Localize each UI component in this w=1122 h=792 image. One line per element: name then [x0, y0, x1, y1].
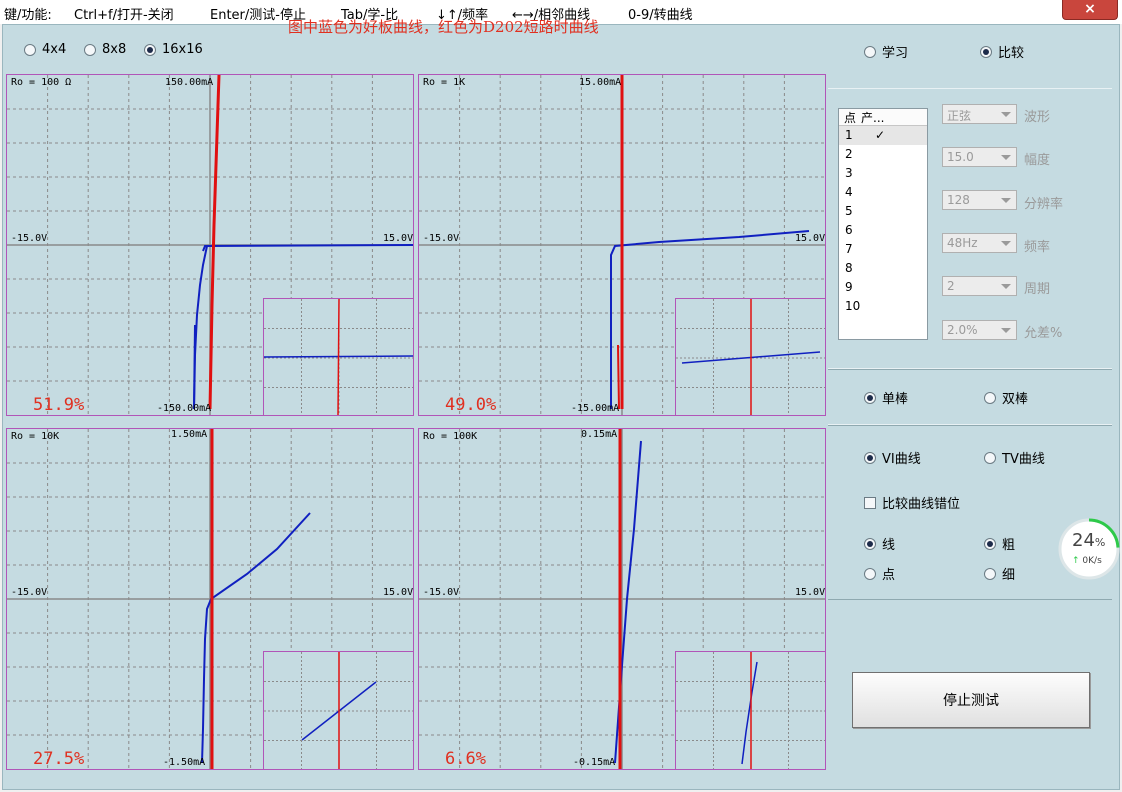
mode-learn-radio[interactable]: 学习: [864, 42, 908, 61]
good-curve-forward: [202, 244, 413, 252]
y-max-label: 1.50mA: [171, 429, 208, 440]
style-line-radio[interactable]: 线: [864, 534, 895, 553]
probe-single-radio[interactable]: 单棒: [864, 388, 908, 407]
short-curve: [208, 75, 221, 410]
y-max-label: 150.00mA: [165, 77, 214, 88]
ro-label: Ro = 1K: [423, 77, 466, 88]
x-min-label: -15.0V: [11, 587, 48, 598]
inset-plot: [675, 651, 825, 769]
ro-label: Ro = 100 Ω: [11, 77, 72, 88]
table-row[interactable]: 1 ✓: [839, 126, 927, 145]
chevron-down-icon: [1001, 241, 1011, 246]
table-row[interactable]: 4: [839, 183, 927, 202]
x-max-label: 15.0V: [795, 587, 826, 598]
test-point-table[interactable]: 点产... 1 ✓ 2 3 4 5 6 7 8 9 10: [838, 108, 928, 340]
match-percent: 6.6%: [445, 749, 486, 769]
period-select[interactable]: 2: [942, 276, 1017, 296]
waveform-label: 波形: [1024, 110, 1051, 125]
table-row[interactable]: 2: [839, 145, 927, 164]
curve-vi-radio[interactable]: VI曲线: [864, 448, 921, 467]
table-row[interactable]: 6: [839, 221, 927, 240]
resolution-select[interactable]: 128: [942, 190, 1017, 210]
table-row[interactable]: 10: [839, 297, 927, 316]
y-max-label: 15.00mA: [579, 77, 622, 88]
x-min-label: -15.0V: [423, 233, 460, 244]
vi-panel-ro-10k[interactable]: Ro = 10K 1.50mA -1.50mA -15.0V 15.0V 27.…: [6, 428, 414, 770]
upload-arrow-icon: ↑: [1072, 556, 1080, 566]
chevron-down-icon: [1001, 112, 1011, 117]
ro-label: Ro = 100K: [423, 431, 478, 442]
y-min-label: -15.00mA: [571, 403, 620, 414]
tolerance-label: 允差%: [1024, 326, 1063, 341]
grid-16x16-radio[interactable]: 16x16: [144, 42, 203, 57]
period-label: 周期: [1024, 282, 1051, 297]
inset-short-curve: [337, 299, 340, 415]
col-point: 点: [844, 111, 857, 125]
curve-tv-radio[interactable]: TV曲线: [984, 448, 1045, 467]
table-row[interactable]: 9: [839, 278, 927, 297]
chevron-down-icon: [1001, 284, 1011, 289]
style-dot-radio[interactable]: 点: [864, 564, 895, 583]
gauge-value: 24%: [1072, 530, 1106, 551]
weight-bold-radio[interactable]: 粗: [984, 534, 1015, 553]
short-curve-tail: [617, 344, 620, 410]
inset-plot: [263, 298, 413, 415]
good-curve-rise: [193, 324, 196, 410]
tolerance-select[interactable]: 2.0%: [942, 320, 1017, 340]
col-result: 产...: [861, 111, 885, 125]
x-max-label: 15.0V: [383, 233, 414, 244]
table-row[interactable]: 8: [839, 259, 927, 278]
match-percent: 27.5%: [33, 749, 85, 769]
x-max-label: 15.0V: [795, 233, 826, 244]
match-percent: 51.9%: [33, 395, 85, 415]
menu-item-keys: 键/功能:: [4, 8, 52, 23]
grid-4x4-radio[interactable]: 4x4: [24, 42, 66, 57]
stop-test-button[interactable]: 停止测试: [852, 672, 1090, 728]
table-row[interactable]: 7: [839, 240, 927, 259]
y-min-label: -150.00mA: [157, 403, 212, 414]
inset-good-curve: [741, 661, 758, 765]
ro-label: Ro = 10K: [11, 431, 60, 442]
y-min-label: -1.50mA: [163, 757, 206, 768]
waveform-select[interactable]: 正弦: [942, 104, 1017, 124]
resolution-label: 分辨率: [1024, 197, 1064, 212]
vi-panel-ro-100[interactable]: Ro = 100 Ω 150.00mA -150.00mA -15.0V 15.…: [6, 74, 414, 416]
frequency-select[interactable]: 48Hz: [942, 233, 1017, 253]
y-max-label: 0.15mA: [581, 429, 618, 440]
check-icon: ✓: [875, 128, 886, 142]
mode-compare-radio[interactable]: 比较: [980, 42, 1024, 61]
grid-8x8-radio[interactable]: 8x8: [84, 42, 126, 57]
match-percent: 49.0%: [445, 395, 497, 415]
menu-item-open-close[interactable]: Ctrl+f/打开-关闭: [74, 4, 174, 23]
close-icon[interactable]: ×: [1062, 0, 1118, 20]
amplitude-label: 幅度: [1024, 153, 1051, 168]
chevron-down-icon: [1001, 328, 1011, 333]
weight-thin-radio[interactable]: 细: [984, 564, 1015, 583]
inset-plot: [263, 651, 413, 769]
vi-panel-ro-1k[interactable]: Ro = 1K 15.00mA -15.00mA -15.0V 15.0V 49…: [418, 74, 826, 416]
network-gauge[interactable]: 24% ↑ 0K/s: [1058, 518, 1120, 580]
amplitude-select[interactable]: 15.0: [942, 147, 1017, 167]
chevron-down-icon: [1001, 198, 1011, 203]
gauge-speed: ↑ 0K/s: [1072, 556, 1102, 566]
inset-plot: [675, 298, 825, 415]
vi-panel-ro-100k[interactable]: Ro = 100K 0.15mA -0.15mA -15.0V 15.0V 6.…: [418, 428, 826, 770]
table-row[interactable]: 3: [839, 164, 927, 183]
menu-item-switch-curve[interactable]: 0-9/转曲线: [628, 4, 693, 23]
x-min-label: -15.0V: [11, 233, 48, 244]
offset-checkbox[interactable]: 比较曲线错位: [864, 493, 960, 512]
frequency-label: 频率: [1024, 240, 1051, 255]
table-row[interactable]: 5: [839, 202, 927, 221]
x-min-label: -15.0V: [423, 587, 460, 598]
probe-double-radio[interactable]: 双棒: [984, 388, 1028, 407]
headline-note: 图中蓝色为好板曲线，红色为D202短路时曲线: [288, 18, 599, 36]
chevron-down-icon: [1001, 155, 1011, 160]
x-max-label: 15.0V: [383, 587, 414, 598]
y-min-label: -0.15mA: [573, 757, 616, 768]
